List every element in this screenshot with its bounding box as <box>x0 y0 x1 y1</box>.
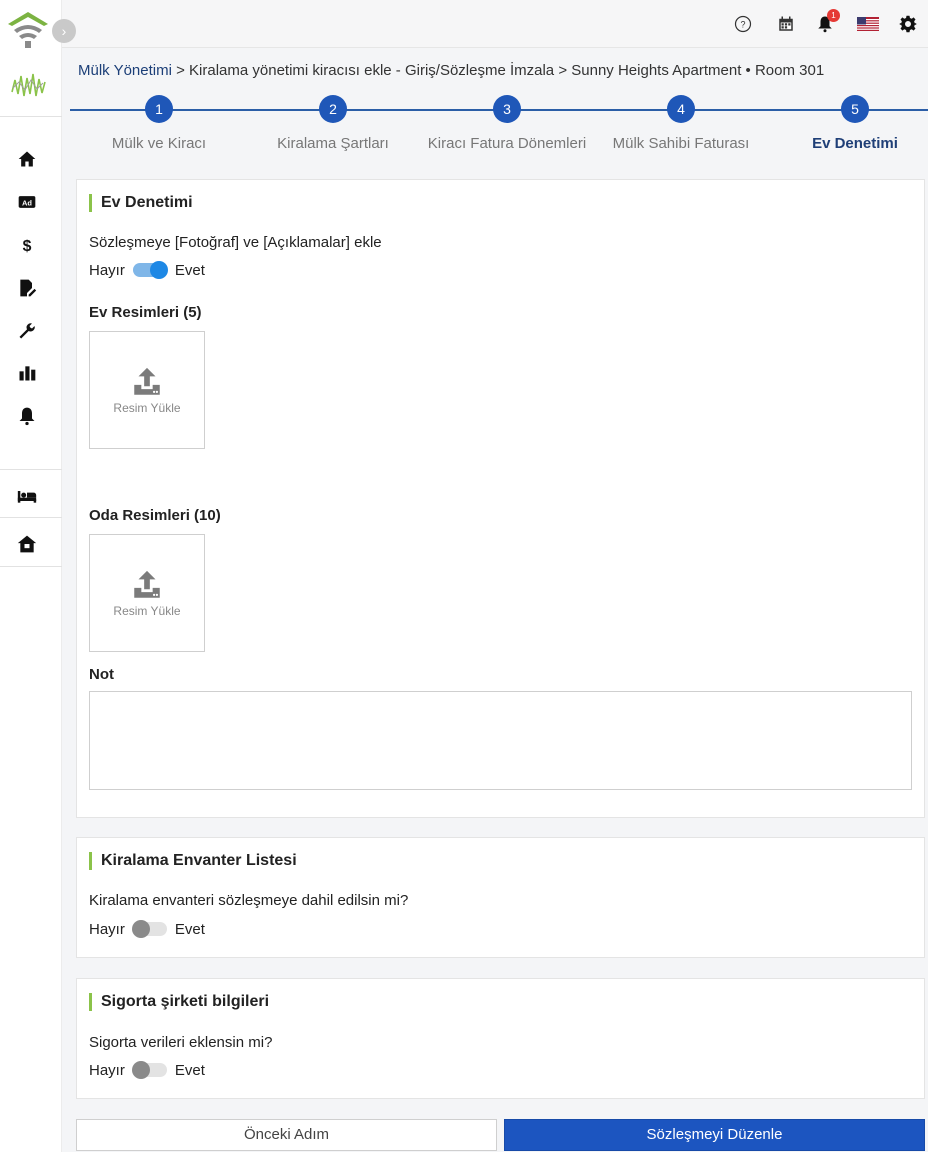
toggle-no-label: Hayır <box>89 1061 125 1079</box>
step-number: 1 <box>145 95 173 123</box>
upload-icon <box>134 570 160 598</box>
sidebar-divider <box>0 116 62 117</box>
toggle-no-label: Hayır <box>89 261 125 279</box>
step-label: Mülk ve Kiracı <box>111 135 207 152</box>
notification-count-badge: 1 <box>827 9 840 22</box>
upload-label: Resim Yükle <box>113 401 181 415</box>
ad-icon[interactable]: Ad <box>14 189 40 215</box>
wifi-home-logo-icon <box>6 10 50 50</box>
upload-label: Resim Yükle <box>113 604 181 618</box>
breadcrumb-current: Sunny Heights Apartment • Room 301 <box>571 62 825 79</box>
insurance-card: Sigorta şirketi bilgileri Sigorta verile… <box>76 978 925 1099</box>
help-icon[interactable]: ? <box>733 14 753 34</box>
sidebar-divider <box>0 469 62 470</box>
photo-notes-toggle[interactable] <box>132 261 168 279</box>
svg-text:?: ? <box>740 19 745 29</box>
toggle-yes-label: Evet <box>174 920 205 938</box>
photo-notes-question: Sözleşmeye [Fotoğraf] ve [Açıklamalar] e… <box>89 234 382 251</box>
step-5[interactable]: 5 Ev Denetimi <box>765 95 928 152</box>
previous-step-button[interactable]: Önceki Adım <box>76 1119 497 1151</box>
inventory-question: Kiralama envanteri sözleşmeye dahil edil… <box>89 892 409 909</box>
room-images-label: Oda Resimleri (10) <box>89 507 221 524</box>
photo-notes-toggle-row: Hayır Evet <box>89 260 205 280</box>
bed-icon[interactable] <box>14 483 40 509</box>
breadcrumb-middle: Kiralama yönetimi kiracısı ekle - Giriş/… <box>189 62 555 79</box>
wrench-icon[interactable] <box>14 318 40 344</box>
contract-icon[interactable] <box>14 275 40 301</box>
step-label: Mülk Sahibi Faturası <box>612 135 750 152</box>
upload-icon <box>134 367 160 395</box>
stepper: 1 Mülk ve Kiracı 2 Kiralama Şartları 3 K… <box>70 95 928 165</box>
house-icon[interactable] <box>14 531 40 557</box>
gear-icon[interactable] <box>898 14 918 34</box>
step-3[interactable]: 3 Kiracı Fatura Dönemleri <box>417 95 597 152</box>
us-flag-icon[interactable] <box>857 14 879 34</box>
note-textarea[interactable] <box>89 691 912 790</box>
step-number: 5 <box>841 95 869 123</box>
insurance-toggle-row: Hayır Evet <box>89 1060 205 1080</box>
edit-contract-button[interactable]: Sözleşmeyi Düzenle <box>504 1119 925 1151</box>
notifications-bell-icon[interactable]: 1 <box>815 9 840 34</box>
breadcrumb-separator: > <box>554 62 572 79</box>
inventory-toggle[interactable] <box>131 920 167 938</box>
step-1[interactable]: 1 Mülk ve Kiracı <box>69 95 249 152</box>
dollar-icon[interactable]: $ <box>14 232 40 258</box>
inventory-toggle-row: Hayır Evet <box>89 919 205 939</box>
sidebar-collapse-button[interactable]: › <box>52 19 76 43</box>
brand-logo-icon <box>10 70 48 100</box>
card-title: Ev Denetimi <box>89 194 193 212</box>
step-4[interactable]: 4 Mülk Sahibi Faturası <box>591 95 771 152</box>
card-title: Sigorta şirketi bilgileri <box>89 993 269 1011</box>
sidebar: Ad $ <box>0 0 62 1152</box>
home-inspection-card: Ev Denetimi Sözleşmeye [Fotoğraf] ve [Aç… <box>76 179 925 818</box>
toggle-no-label: Hayır <box>89 920 125 938</box>
breadcrumb-root-link[interactable]: Mülk Yönetimi <box>78 62 172 79</box>
sidebar-divider <box>0 517 62 518</box>
house-images-upload-button[interactable]: Resim Yükle <box>89 331 205 449</box>
insurance-toggle[interactable] <box>131 1061 167 1079</box>
room-images-upload-button[interactable]: Resim Yükle <box>89 534 205 652</box>
breadcrumb: Mülk Yönetimi > Kiralama yönetimi kiracı… <box>78 62 824 79</box>
topbar: ? 1 <box>62 0 928 48</box>
bar-chart-icon[interactable] <box>14 360 40 386</box>
toggle-knob <box>131 920 150 938</box>
toggle-yes-label: Evet <box>174 261 205 279</box>
svg-text:$: $ <box>23 238 32 255</box>
calendar-icon[interactable] <box>776 14 796 34</box>
step-number: 2 <box>319 95 347 123</box>
step-number: 3 <box>493 95 521 123</box>
house-images-label: Ev Resimleri (5) <box>89 304 202 321</box>
toggle-knob <box>131 1061 150 1079</box>
insurance-question: Sigorta verileri eklensin mi? <box>89 1034 273 1051</box>
inventory-card: Kiralama Envanter Listesi Kiralama envan… <box>76 837 925 958</box>
toggle-yes-label: Evet <box>174 1061 205 1079</box>
step-2[interactable]: 2 Kiralama Şartları <box>243 95 423 152</box>
svg-text:Ad: Ad <box>22 198 32 207</box>
step-label: Kiralama Şartları <box>277 135 389 152</box>
sidebar-divider <box>0 566 62 567</box>
breadcrumb-separator: > <box>171 62 190 79</box>
home-icon[interactable] <box>14 146 40 172</box>
step-label: Kiracı Fatura Dönemleri <box>427 135 587 152</box>
step-number: 4 <box>667 95 695 123</box>
toggle-knob <box>149 261 168 279</box>
note-label: Not <box>89 666 114 683</box>
step-label: Ev Denetimi <box>812 135 898 152</box>
card-title: Kiralama Envanter Listesi <box>89 852 297 870</box>
bell-icon[interactable] <box>14 403 40 429</box>
